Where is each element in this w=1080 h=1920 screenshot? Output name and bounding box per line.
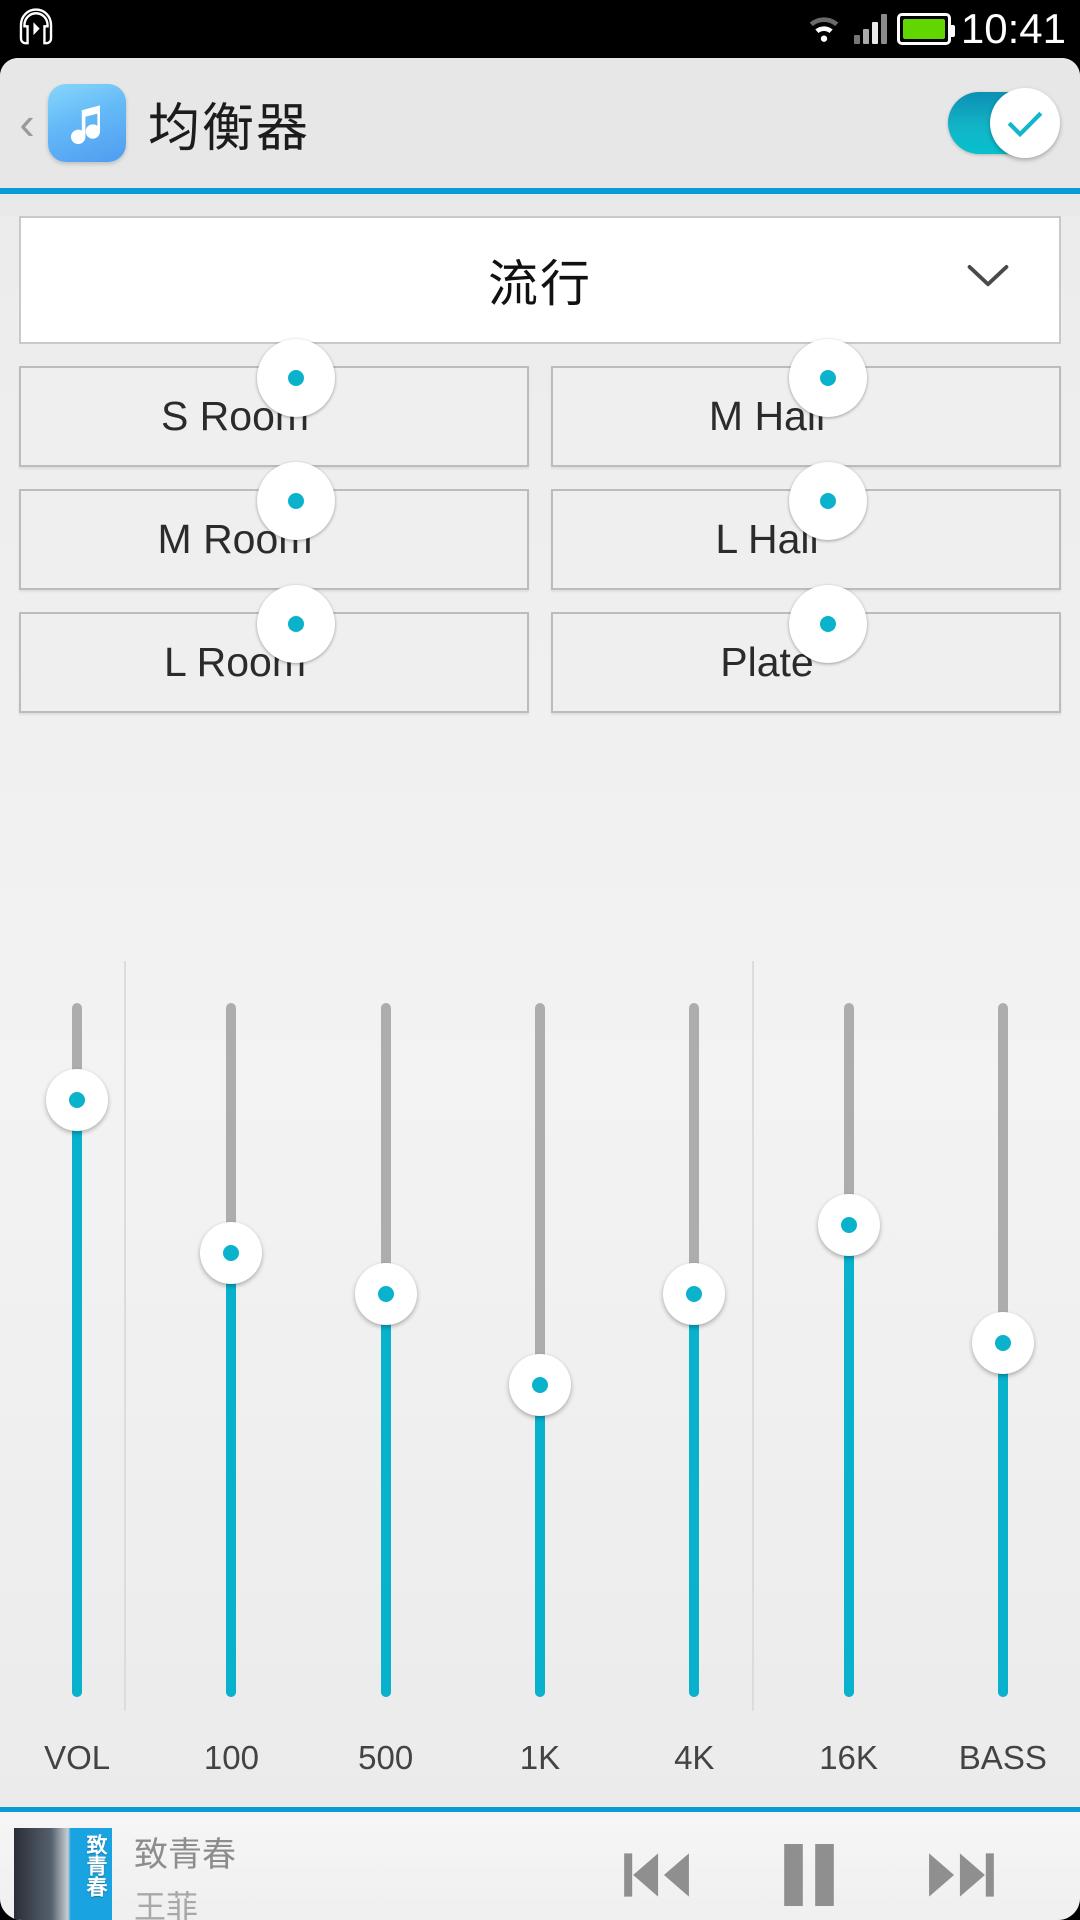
eq-slider-thumb[interactable] (354, 1263, 417, 1326)
battery-icon (896, 13, 955, 45)
artist-name: 王菲 (134, 1887, 199, 1920)
preset-button-s-room[interactable]: S Room (19, 338, 529, 467)
eq-band-vol: VOL (0, 961, 154, 1807)
skip-next-icon (929, 1852, 994, 1897)
status-bar: 10:41 (0, 0, 1080, 58)
eq-slider-fill (843, 1225, 854, 1697)
app-window: ‹ 均衡器 流行 S Room M Hall M Room L Hall L R… (0, 58, 1080, 1920)
status-bar-right: 10:41 (804, 8, 1066, 50)
eq-band-label: BASS (958, 1739, 1047, 1776)
eq-slider-thumb[interactable] (508, 1353, 571, 1416)
next-button[interactable] (926, 1844, 1000, 1911)
equalizer-panel: VOL 100 500 1K 4K 16K BASS (0, 961, 1080, 1807)
pause-button[interactable] (778, 1840, 840, 1915)
eq-slider-thumb[interactable] (663, 1263, 726, 1326)
check-icon (1007, 111, 1043, 138)
eq-slider-track[interactable] (817, 1003, 880, 1697)
eq-band-label: 500 (358, 1739, 414, 1776)
eq-slider-track[interactable] (663, 1003, 726, 1697)
eq-slider-thumb[interactable] (971, 1312, 1034, 1375)
preset-label: Plate (720, 639, 814, 685)
skip-previous-icon (624, 1852, 689, 1897)
header-divider (0, 188, 1080, 194)
preset-label: L Hall (715, 516, 819, 562)
song-title: 致青春 (134, 1834, 236, 1875)
signal-icon (853, 14, 887, 44)
eq-slider-track[interactable] (354, 1003, 417, 1697)
eq-band-bass: BASS (926, 961, 1080, 1807)
eq-band-label: 16K (819, 1739, 878, 1776)
preset-button-m-room[interactable]: M Room (19, 461, 529, 590)
small-room-lamp-thumb (257, 338, 335, 417)
eq-band-1k: 1K (463, 961, 617, 1807)
eq-band-100: 100 (154, 961, 308, 1807)
eq-slider-fill (997, 1343, 1008, 1697)
wifi-icon (804, 10, 844, 49)
eq-slider-fill (380, 1294, 391, 1697)
preset-label: L Room (163, 639, 307, 685)
preset-label: M Hall (708, 393, 826, 439)
eq-slider-track[interactable] (46, 1003, 109, 1697)
eq-slider-track[interactable] (200, 1003, 263, 1697)
chevron-down-icon (965, 263, 1011, 298)
preset-dropdown[interactable]: 流行 (19, 216, 1061, 344)
eq-band-16k: 16K (771, 961, 925, 1807)
eq-band-label: 1K (519, 1739, 561, 1776)
back-button[interactable]: ‹ (10, 100, 44, 146)
eq-band-label: 100 (203, 1739, 259, 1776)
status-bar-left (14, 5, 58, 54)
preset-grid: S Room M Hall M Room L Hall L Room Plate (19, 338, 1061, 713)
preset-label: S Room (160, 393, 310, 439)
eq-band-500: 500 (309, 961, 463, 1807)
headphone-notification-icon (14, 5, 58, 54)
player-controls (618, 1840, 1000, 1915)
preset-dropdown-value: 流行 (488, 255, 592, 313)
app-header: ‹ 均衡器 (0, 58, 1080, 188)
eq-band-label: 4K (674, 1739, 715, 1776)
now-playing-meta: 致青春 王菲 (134, 1827, 236, 1920)
status-bar-clock: 10:41 (960, 5, 1066, 52)
toggle-knob (990, 88, 1060, 158)
music-note-icon (48, 84, 126, 162)
eq-slider-fill (72, 1100, 83, 1697)
eq-band-label: VOL (44, 1739, 111, 1776)
medium-hall-thumb (789, 338, 867, 417)
eq-slider-thumb[interactable] (46, 1069, 109, 1132)
eq-band-list: VOL 100 500 1K 4K 16K BASS (0, 961, 1080, 1807)
equalizer-enable-toggle[interactable] (948, 88, 1060, 158)
medium-room-thumb (257, 461, 335, 540)
eq-slider-track[interactable] (971, 1003, 1034, 1697)
preset-button-l-hall[interactable]: L Hall (551, 461, 1061, 590)
large-room-thumb (257, 584, 335, 663)
preset-label: M Room (157, 516, 313, 562)
eq-slider-fill (534, 1384, 545, 1697)
pause-icon (784, 1843, 834, 1906)
mini-player: 致青春 致青春 王菲 (0, 1812, 1080, 1920)
eq-slider-track[interactable] (508, 1003, 571, 1697)
large-hall-thumb (789, 461, 867, 540)
page-title: 均衡器 (148, 98, 311, 159)
eq-band-4k: 4K (617, 961, 771, 1807)
album-art-title: 致青春 (84, 1834, 108, 1897)
eq-slider-thumb[interactable] (200, 1221, 263, 1284)
previous-button[interactable] (618, 1844, 692, 1911)
main-content: 流行 S Room M Hall M Room L Hall L Room Pl… (0, 216, 1080, 1807)
eq-slider-fill (689, 1294, 700, 1697)
preset-button-plate[interactable]: Plate (551, 584, 1061, 713)
plate-reverb-thumb (789, 584, 867, 663)
eq-slider-fill (226, 1252, 237, 1697)
eq-slider-thumb[interactable] (817, 1194, 880, 1257)
preset-button-l-room[interactable]: L Room (19, 584, 529, 713)
preset-button-m-hall[interactable]: M Hall (551, 338, 1061, 467)
album-art[interactable]: 致青春 (14, 1828, 112, 1920)
